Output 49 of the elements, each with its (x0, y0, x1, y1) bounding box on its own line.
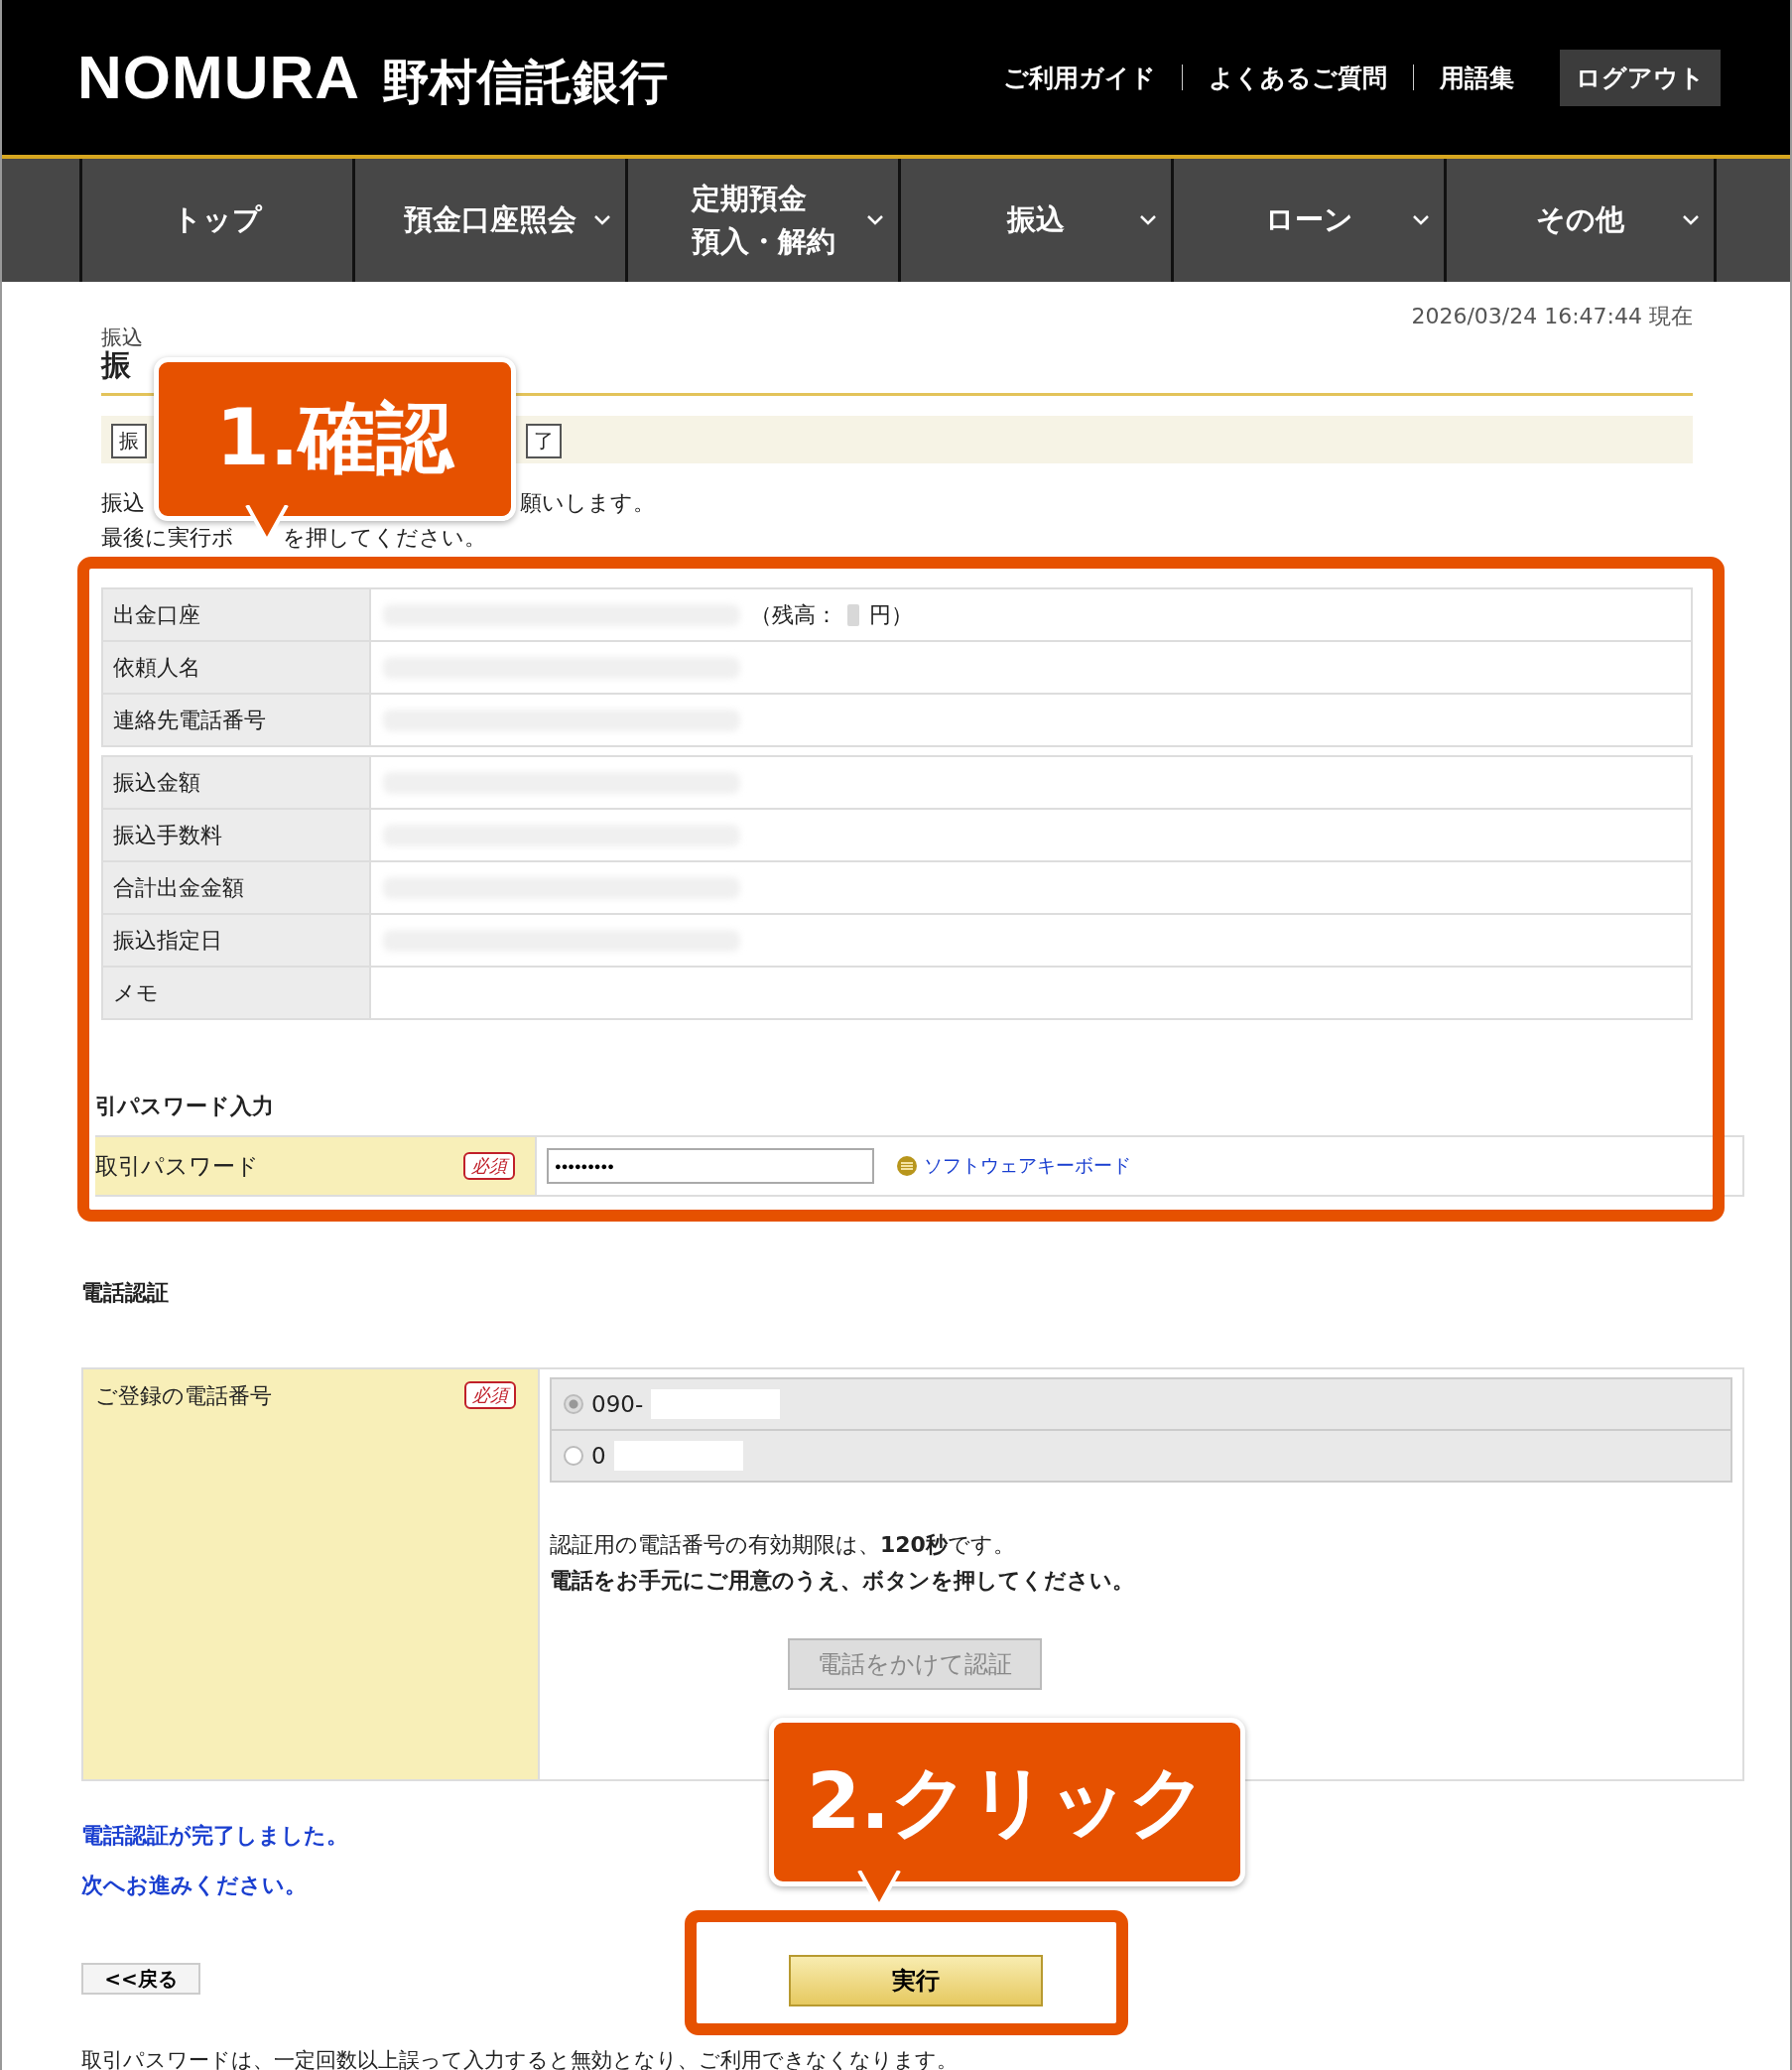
note-text: 電話をお手元にご用意のうえ、ボタンを押してください。 (550, 1567, 1135, 1595)
required-badge: 必須 (463, 1152, 515, 1180)
required-badge: 必須 (464, 1381, 516, 1409)
section-title: 引パスワード入力 (95, 1093, 275, 1120)
field-label: 取引パスワード (95, 1151, 259, 1181)
timestamp: 2026/03/24 16:47:44 現在 (1411, 303, 1693, 330)
redacted-value (847, 603, 859, 626)
instruction-text: 振込 (101, 490, 145, 515)
execute-button[interactable]: 実行 (789, 1955, 1043, 2006)
nav-item[interactable]: 定期預金 預入・解約 (625, 159, 898, 282)
bank-name: 野村信託銀行 (382, 52, 668, 111)
logo-wordmark[interactable]: NOMURA (77, 41, 360, 112)
table-header-cell: 振込手数料 (103, 810, 371, 860)
table-header-cell: 依頼人名 (103, 642, 371, 693)
note-text: 認証用の電話番号の有効期限は、120秒です。 (550, 1531, 1016, 1559)
phone-number: 0 (591, 1443, 606, 1469)
radio-button[interactable] (564, 1394, 583, 1414)
header-link[interactable]: よくあるご質問 (1209, 61, 1387, 94)
table-header-cell: 出金口座 (103, 589, 371, 640)
step-label: 了 (526, 424, 562, 458)
header-link[interactable]: ご利用ガイド (1003, 61, 1156, 94)
breadcrumb: 振込 (101, 324, 143, 350)
page-title: 振 (101, 347, 131, 382)
nav-item[interactable]: ローン (1171, 159, 1444, 282)
radio-button[interactable] (564, 1446, 583, 1466)
table-header-cell: 連絡先電話番号 (103, 695, 371, 745)
software-keyboard-link[interactable]: ソフトウェアキーボード (924, 1153, 1131, 1179)
header-link[interactable]: 用語集 (1440, 61, 1514, 94)
password-field[interactable]: ●●●●●●●●● (547, 1148, 874, 1184)
balance-unit: 円） (869, 600, 913, 629)
table-header-cell: 振込金額 (103, 757, 371, 808)
table-header-cell: 合計出金金額 (103, 862, 371, 913)
section-title: 電話認証 (81, 1279, 170, 1307)
nav-item[interactable]: 預金口座照会 (352, 159, 625, 282)
table-header-cell: 振込指定日 (103, 915, 371, 966)
instruction-text: 最後に実行ボ (101, 525, 234, 550)
nav-item[interactable]: その他 (1444, 159, 1717, 282)
nav-item[interactable]: 振込 (898, 159, 1171, 282)
phone-number: 090- (591, 1391, 644, 1417)
keyboard-icon[interactable] (896, 1155, 918, 1177)
table-header-cell: メモ (103, 968, 371, 1018)
instruction-text: 願いします。 (520, 489, 655, 517)
field-label: ご登録の電話番号 (95, 1382, 272, 1410)
nav-item[interactable]: トップ (79, 159, 352, 282)
back-button[interactable]: <<戻る (81, 1963, 200, 1995)
balance-label: （残高： (750, 600, 837, 629)
logout-button[interactable]: ログアウト (1560, 49, 1721, 106)
instruction-text: を押してください。 (283, 524, 486, 552)
step-label: 振 (111, 424, 147, 458)
